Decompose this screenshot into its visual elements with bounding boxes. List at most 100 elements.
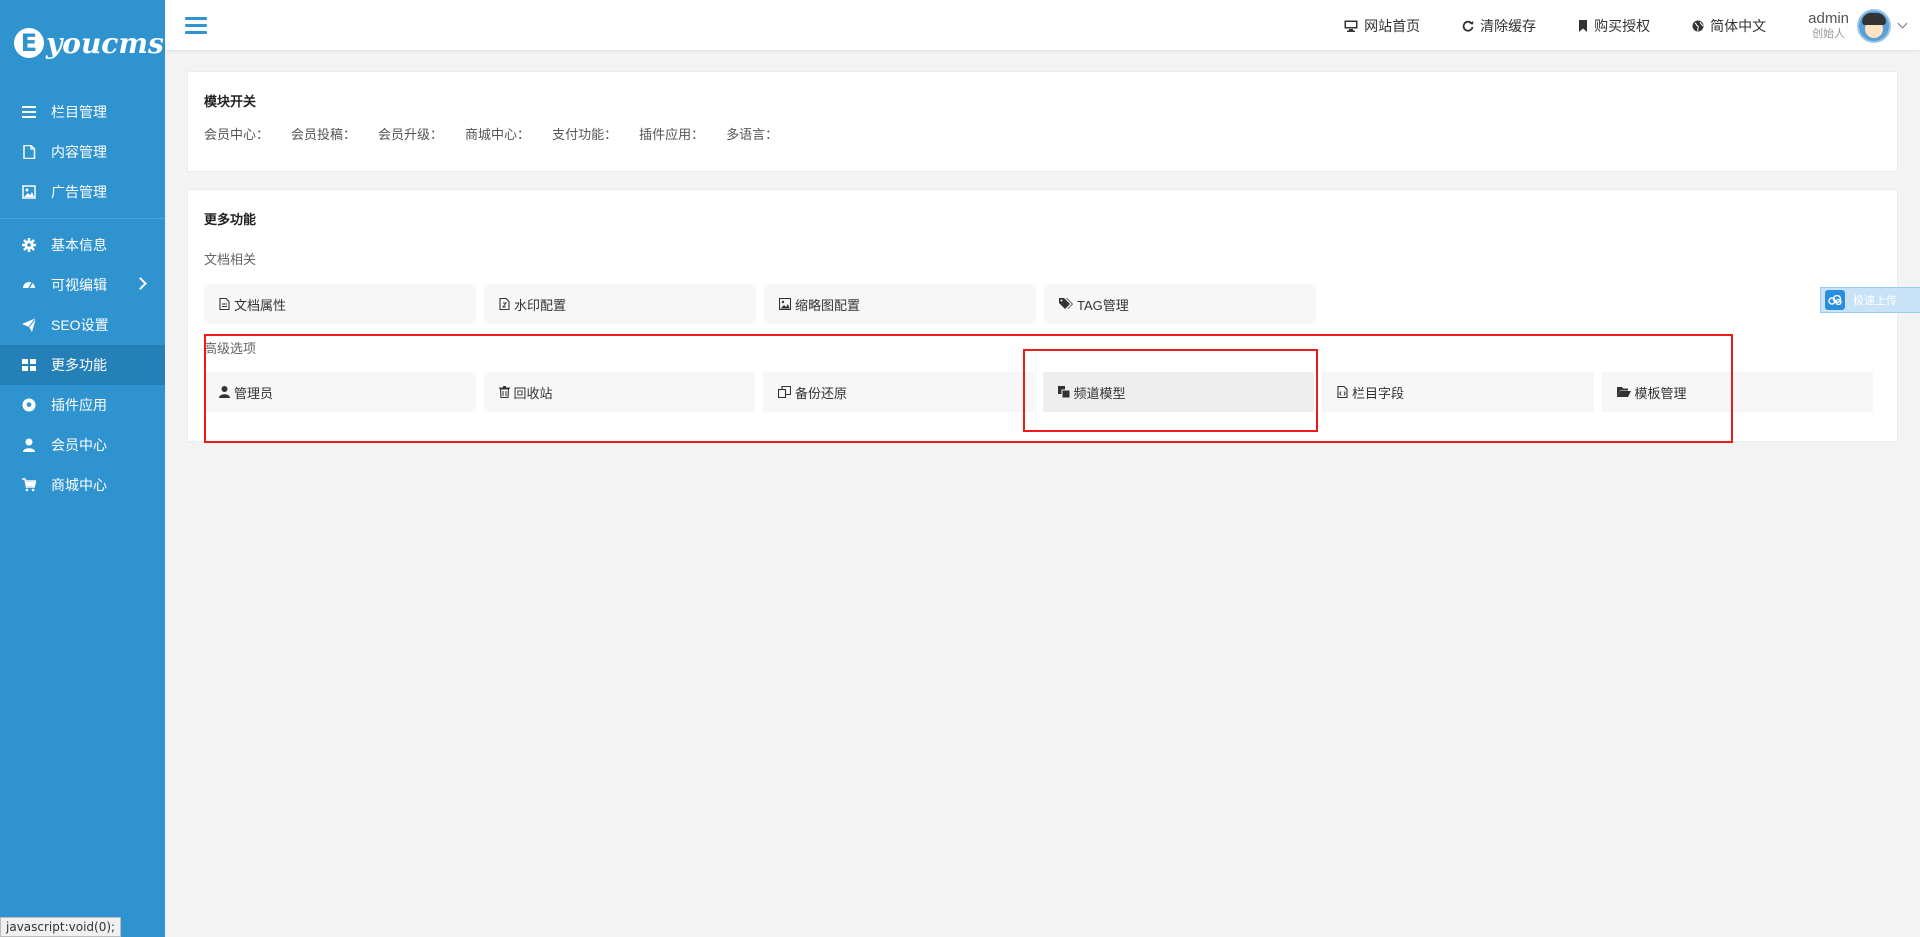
- link-language[interactable]: 简体中文: [1692, 16, 1766, 36]
- image-icon: [779, 298, 791, 310]
- thumbnail-config-button[interactable]: 缩略图配置: [764, 284, 1036, 324]
- sidebar-item-label: 可视编辑: [51, 277, 107, 293]
- sidebar-item-label: 广告管理: [51, 184, 107, 200]
- refresh-icon: [1462, 20, 1474, 32]
- user-role: 创始人: [1812, 27, 1846, 40]
- top-links: 网站首页 清除缓存 购买授权 简体中文 admin 创始人: [1344, 0, 1920, 51]
- copy-icon: [778, 386, 791, 398]
- panel-title: 模块开关: [204, 94, 257, 109]
- user-name: admin: [1808, 9, 1849, 27]
- watermark-config-button[interactable]: 水印配置: [484, 284, 756, 324]
- button-label: 缩略图配置: [795, 297, 861, 313]
- sidebar-item-label: 内容管理: [51, 144, 107, 160]
- sidebar-item-label: 商城中心: [51, 477, 107, 493]
- sidebar-item-label: SEO设置: [51, 317, 109, 333]
- soccer-ball-icon: [22, 398, 36, 412]
- sidebar-item-shop[interactable]: 商城中心: [0, 465, 165, 505]
- doc-buttons: 文档属性 水印配置 缩略图配置 TAG管理: [204, 284, 1881, 324]
- fast-upload-widget[interactable]: 极速上传: [1820, 287, 1920, 313]
- logo-text: youcms: [46, 26, 164, 60]
- channel-model-button[interactable]: 频道模型: [1042, 372, 1314, 412]
- avatar: [1857, 8, 1891, 43]
- button-label: 回收站: [513, 385, 553, 401]
- globe-icon: [1692, 20, 1704, 31]
- gear-icon: [22, 238, 36, 252]
- image-icon: [22, 185, 36, 199]
- module-switch-panel: 模块开关 会员中心： 会员投稿： 会员升级： 商城中心： 支付功能： 插件应用：…: [187, 71, 1898, 172]
- sidebar-item-basic-info[interactable]: 基本信息: [0, 225, 165, 265]
- link-site-home[interactable]: 网站首页: [1344, 16, 1420, 36]
- sidebar: E youcms 栏目管理 内容管理 广告管理 基本信息 可视编辑 SEO设置 …: [0, 0, 165, 937]
- advanced-buttons: 管理员 回收站 备份还原 频道模型 栏目字段 模板管理: [204, 372, 1881, 412]
- sidebar-item-label: 栏目管理: [51, 104, 107, 120]
- tags-icon: [1059, 298, 1073, 309]
- trash-icon: [498, 386, 510, 398]
- button-label: 文档属性: [234, 297, 287, 313]
- menu-group-system: 基本信息 可视编辑 SEO设置 更多功能 插件应用 会员中心 商城中心: [0, 218, 165, 511]
- section-label-docs: 文档相关: [204, 252, 257, 267]
- bookmark-icon: [1579, 19, 1588, 32]
- sidebar-item-members[interactable]: 会员中心: [0, 425, 165, 465]
- sidebar-item-label: 插件应用: [51, 397, 107, 413]
- link-label: 购买授权: [1594, 17, 1651, 34]
- sidebar-item-label: 会员中心: [51, 437, 107, 453]
- link-clear-cache[interactable]: 清除缓存: [1462, 16, 1536, 36]
- button-label: 栏目字段: [1352, 385, 1405, 401]
- float-widget-label: 极速上传: [1853, 295, 1897, 307]
- module-switch-item: 会员中心：: [204, 127, 270, 142]
- file-icon: [22, 144, 36, 160]
- sidebar-item-category[interactable]: 栏目管理: [0, 92, 165, 132]
- clone-icon: [1057, 386, 1070, 398]
- section-label-advanced: 高级选项: [204, 341, 257, 356]
- sidebar-item-ads[interactable]: 广告管理: [0, 172, 165, 212]
- admin-button[interactable]: 管理员: [204, 372, 476, 412]
- button-label: 频道模型: [1073, 385, 1126, 401]
- user-menu[interactable]: admin 创始人: [1808, 8, 1908, 43]
- status-bar-url: javascript:void(0);: [0, 917, 122, 937]
- sidebar-item-more[interactable]: 更多功能: [0, 345, 165, 385]
- recycle-bin-button[interactable]: 回收站: [483, 372, 755, 412]
- sidebar-item-label: 更多功能: [51, 357, 107, 373]
- sidebar-item-visual-edit[interactable]: 可视编辑: [0, 265, 165, 305]
- panel-title: 更多功能: [204, 212, 257, 227]
- paper-plane-icon: [22, 317, 37, 332]
- monitor-icon: [1344, 20, 1358, 32]
- more-functions-panel: 更多功能 文档相关 文档属性 水印配置 缩略图配置 TAG管理 高级选项 管理员…: [187, 189, 1898, 442]
- button-label: 模板管理: [1634, 385, 1687, 401]
- file-text-icon: [219, 298, 230, 310]
- button-label: TAG管理: [1077, 297, 1129, 313]
- module-switch-item: 会员升级：: [378, 127, 444, 142]
- tag-manage-button[interactable]: TAG管理: [1044, 284, 1316, 324]
- cart-icon: [22, 478, 37, 492]
- button-label: 管理员: [234, 385, 274, 401]
- user-icon: [22, 438, 36, 452]
- menu-group-content: 栏目管理 内容管理 广告管理: [0, 86, 165, 218]
- column-fields-button[interactable]: 栏目字段: [1322, 372, 1594, 412]
- logo[interactable]: E youcms: [0, 0, 165, 86]
- backup-restore-button[interactable]: 备份还原: [763, 372, 1035, 412]
- button-label: 备份还原: [795, 385, 848, 401]
- cloud-icon: [1825, 290, 1845, 310]
- sidebar-item-seo[interactable]: SEO设置: [0, 305, 165, 345]
- module-switch-item: 会员投稿：: [291, 127, 357, 142]
- module-switch-item: 支付功能：: [552, 127, 618, 142]
- template-manage-button[interactable]: 模板管理: [1601, 372, 1873, 412]
- doc-attributes-button[interactable]: 文档属性: [204, 284, 476, 324]
- grid-icon: [22, 358, 36, 372]
- file-watermark-icon: [499, 298, 510, 310]
- hamburger-menu-icon[interactable]: [185, 17, 207, 35]
- link-buy-license[interactable]: 购买授权: [1578, 16, 1650, 36]
- file-code-icon: [1337, 386, 1348, 398]
- button-label: 水印配置: [514, 297, 567, 313]
- module-switch-item: 商城中心：: [465, 127, 531, 142]
- link-label: 网站首页: [1364, 17, 1421, 34]
- sidebar-item-plugins[interactable]: 插件应用: [0, 385, 165, 425]
- user-icon: [219, 386, 230, 398]
- top-header: 网站首页 清除缓存 购买授权 简体中文 admin 创始人: [165, 0, 1920, 51]
- module-switch-item: 插件应用：: [639, 127, 705, 142]
- chevron-right-icon: [134, 277, 147, 290]
- link-label: 简体中文: [1710, 17, 1767, 34]
- sidebar-item-content[interactable]: 内容管理: [0, 132, 165, 172]
- folder-open-icon: [1616, 387, 1631, 397]
- module-switch-list: 会员中心： 会员投稿： 会员升级： 商城中心： 支付功能： 插件应用： 多语言：: [204, 124, 1881, 143]
